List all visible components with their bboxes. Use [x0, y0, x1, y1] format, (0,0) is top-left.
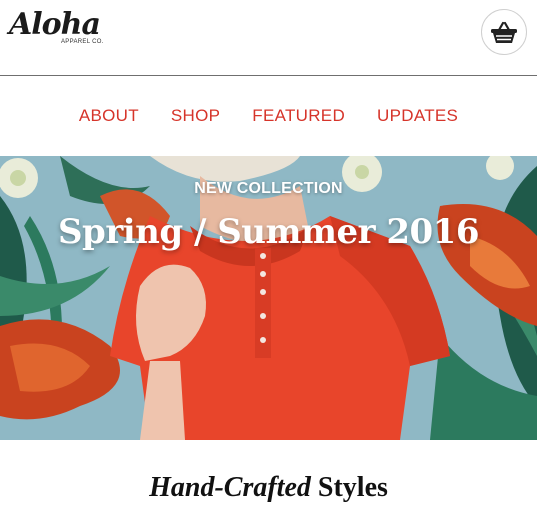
logo-wordmark: Aloha: [9, 7, 101, 42]
nav-about[interactable]: ABOUT: [79, 106, 139, 126]
nav-updates[interactable]: UPDATES: [377, 106, 458, 126]
nav-featured[interactable]: FEATURED: [252, 106, 345, 126]
section-heading-italic: Hand-Crafted: [149, 472, 311, 503]
hero-banner[interactable]: NEW COLLECTION Spring / Summer 2016: [0, 156, 537, 440]
hero-image: [0, 156, 537, 440]
hero-eyebrow: NEW COLLECTION: [194, 180, 343, 197]
shopping-basket-icon: [491, 21, 517, 43]
hero-title: Spring / Summer 2016: [58, 212, 479, 252]
main-nav: ABOUT SHOP FEATURED UPDATES: [0, 76, 537, 156]
logo-subtitle: APPAREL CO.: [61, 39, 104, 45]
site-header: Aloha APPAREL CO.: [0, 0, 537, 76]
section-heading-bold: Styles: [317, 472, 388, 503]
brand-logo[interactable]: Aloha APPAREL CO.: [9, 8, 119, 50]
nav-shop[interactable]: SHOP: [171, 106, 220, 126]
section-heading: Hand-Crafted Styles: [0, 472, 537, 504]
cart-button[interactable]: [481, 9, 527, 55]
